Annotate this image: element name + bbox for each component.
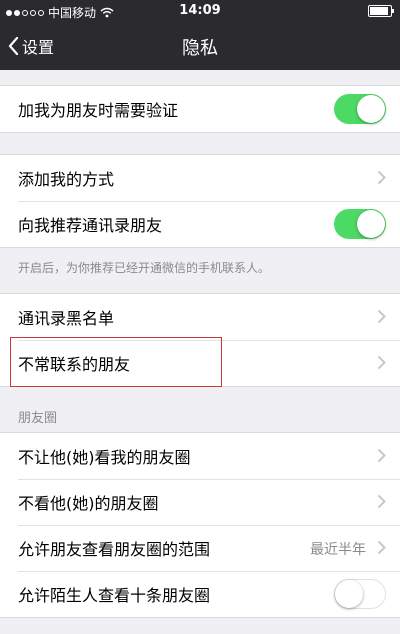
blacklist-label: 通讯录黑名单 bbox=[18, 309, 115, 328]
verify-group: 加我为朋友时需要验证 bbox=[0, 85, 400, 133]
recommend-switch[interactable] bbox=[334, 209, 386, 239]
row-add-method[interactable]: 添加我的方式 bbox=[0, 155, 400, 201]
verify-switch[interactable] bbox=[334, 94, 386, 124]
moments-range-value: 最近半年 bbox=[310, 542, 366, 558]
row-hide-moments[interactable]: 不看他(她)的朋友圈 bbox=[0, 479, 400, 525]
status-bar: 中国移动 14:09 bbox=[0, 0, 400, 22]
recommend-label: 向我推荐通讯录朋友 bbox=[18, 216, 163, 235]
switch-knob bbox=[335, 580, 363, 608]
chevron-right-icon bbox=[377, 540, 386, 555]
row-recommend: 向我推荐通讯录朋友 bbox=[0, 201, 400, 247]
row-moments-range[interactable]: 允许朋友查看朋友圈的范围 最近半年 bbox=[0, 525, 400, 571]
switch-knob bbox=[357, 210, 385, 238]
block-moments-label: 不让他(她)看我的朋友圈 bbox=[18, 448, 191, 467]
row-stranger-moments: 允许陌生人查看十条朋友圈 bbox=[0, 571, 400, 617]
add-method-label: 添加我的方式 bbox=[18, 170, 115, 189]
moments-group: 不让他(她)看我的朋友圈 不看他(她)的朋友圈 允许朋友查看朋友圈的范围 最近半… bbox=[0, 432, 400, 618]
chevron-right-icon bbox=[377, 170, 386, 185]
chevron-right-icon bbox=[377, 309, 386, 324]
row-verify: 加我为朋友时需要验证 bbox=[0, 86, 400, 132]
row-infrequent[interactable]: 不常联系的朋友 bbox=[0, 340, 400, 386]
chevron-right-icon bbox=[377, 448, 386, 463]
stranger-moments-label: 允许陌生人查看十条朋友圈 bbox=[18, 586, 211, 605]
infrequent-label: 不常联系的朋友 bbox=[18, 355, 131, 374]
chevron-right-icon bbox=[377, 494, 386, 509]
add-group: 添加我的方式 向我推荐通讯录朋友 bbox=[0, 154, 400, 248]
hide-moments-label: 不看他(她)的朋友圈 bbox=[18, 494, 159, 513]
row-block-moments[interactable]: 不让他(她)看我的朋友圈 bbox=[0, 433, 400, 479]
nav-bar: 设置 隐私 bbox=[0, 22, 400, 70]
chevron-right-icon bbox=[377, 355, 386, 370]
battery-icon bbox=[368, 5, 394, 17]
row-blacklist[interactable]: 通讯录黑名单 bbox=[0, 294, 400, 340]
moments-range-label: 允许朋友查看朋友圈的范围 bbox=[18, 540, 211, 559]
verify-label: 加我为朋友时需要验证 bbox=[18, 101, 179, 120]
stranger-switch[interactable] bbox=[334, 579, 386, 609]
switch-knob bbox=[357, 95, 385, 123]
page-title: 隐私 bbox=[182, 38, 218, 59]
recommend-hint: 开启后，为你推荐已经开通微信的手机联系人。 bbox=[18, 261, 271, 275]
blacklist-group: 通讯录黑名单 不常联系的朋友 bbox=[0, 293, 400, 387]
status-time: 14:09 bbox=[179, 3, 221, 18]
moments-header: 朋友圈 bbox=[18, 411, 58, 426]
